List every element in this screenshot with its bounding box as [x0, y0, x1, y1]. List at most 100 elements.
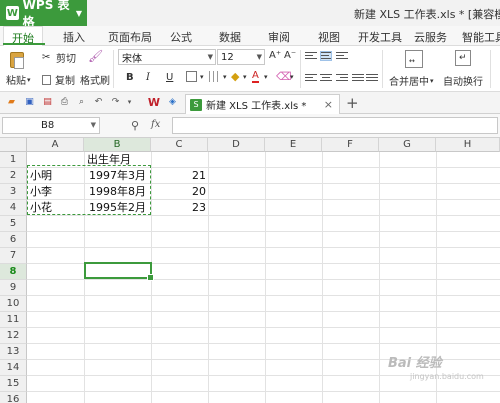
shrink-font-button[interactable]: A⁻	[284, 50, 296, 61]
fill-color-icon[interactable]: ◆	[231, 70, 239, 83]
copy-button[interactable]: 复制	[42, 72, 75, 87]
wps-home-icon[interactable]: W	[147, 97, 161, 108]
new-tab-plus-icon[interactable]: +	[346, 94, 359, 112]
redo-icon[interactable]: ↷	[110, 97, 121, 108]
chevron-down-icon[interactable]: ▾	[290, 73, 294, 81]
grid-column-line	[322, 152, 323, 403]
wrap-text-button[interactable]: 自动换行	[443, 73, 483, 88]
format-painter-button[interactable]: 格式刷	[80, 72, 110, 87]
tab-review[interactable]: 审阅	[268, 29, 290, 45]
undo-icon[interactable]: ↶	[93, 97, 104, 108]
row-header-12[interactable]: 12	[0, 328, 27, 344]
align-center-icon[interactable]	[320, 74, 332, 84]
chevron-down-icon[interactable]: ▾	[200, 73, 204, 81]
grid-row-line	[27, 327, 500, 328]
grow-font-button[interactable]: A⁺	[269, 50, 281, 61]
underline-button[interactable]: U	[166, 72, 173, 83]
grid-column-line	[208, 152, 209, 403]
align-left-icon[interactable]	[305, 74, 317, 84]
row-header-16[interactable]: 16	[0, 392, 27, 403]
column-header-b[interactable]: B	[84, 138, 151, 152]
column-header-g[interactable]: G	[379, 138, 436, 152]
row-header-1[interactable]: 1	[0, 152, 27, 168]
chevron-down-icon[interactable]: ▾	[124, 97, 135, 108]
watermark-logo: Bai 经验	[388, 356, 442, 371]
cut-button[interactable]: ✂ 剪切	[42, 50, 76, 66]
merge-center-button[interactable]: 合并居中 ▾	[389, 73, 434, 89]
tab-cloud-service[interactable]: 云服务	[414, 29, 447, 45]
font-color-button[interactable]: A	[252, 70, 259, 83]
row-header-9[interactable]: 9	[0, 280, 27, 296]
column-header-f[interactable]: F	[322, 138, 379, 152]
document-tab-label: 新建 XLS 工作表.xls *	[206, 101, 307, 112]
row-header-8[interactable]: 8	[0, 264, 27, 280]
column-header-e[interactable]: E	[265, 138, 322, 152]
align-middle-icon[interactable]	[320, 51, 332, 61]
justify-icon[interactable]	[352, 74, 364, 84]
tab-data[interactable]: 数据	[219, 29, 241, 45]
row-header-11[interactable]: 11	[0, 312, 27, 328]
tab-developer[interactable]: 开发工具	[358, 29, 402, 45]
tab-smart-tools[interactable]: 智能工具	[462, 29, 500, 45]
insert-function-button[interactable]: fx	[151, 119, 160, 130]
document-tab[interactable]: S 新建 XLS 工作表.xls * ×	[185, 94, 340, 114]
wrap-text-icon[interactable]: ↵	[455, 50, 471, 66]
chevron-down-icon[interactable]: ▼	[91, 118, 96, 133]
paste-button[interactable]	[10, 52, 26, 69]
export-pdf-icon[interactable]: ▤	[42, 97, 53, 108]
wps-app-menu-button[interactable]: W WPS 表格 ▼	[0, 0, 87, 29]
wps-logo-icon: W	[6, 6, 19, 20]
align-top-icon[interactable]	[305, 52, 317, 62]
tab-insert[interactable]: 插入	[63, 29, 85, 45]
row-header-2[interactable]: 2	[0, 168, 27, 184]
chevron-down-icon: ▼	[207, 53, 213, 61]
align-bottom-icon[interactable]	[336, 52, 348, 62]
chevron-down-icon[interactable]: ▾	[223, 73, 227, 81]
cell-c3[interactable]: 20	[151, 184, 208, 200]
column-header-c[interactable]: C	[151, 138, 208, 152]
formula-input[interactable]	[172, 117, 498, 134]
zoom-search-icon[interactable]: ⚲	[131, 119, 139, 132]
paste-label[interactable]: 粘贴 ▾	[6, 72, 31, 88]
cell-c4[interactable]: 23	[151, 200, 208, 216]
grid-row-line	[27, 247, 500, 248]
print-preview-icon[interactable]: ⌕	[76, 97, 87, 108]
cell-c2[interactable]: 21	[151, 168, 208, 184]
select-all-corner[interactable]	[0, 138, 27, 152]
cloud-docs-icon[interactable]: ◈	[167, 97, 178, 108]
column-header-a[interactable]: A	[27, 138, 84, 152]
chevron-down-icon[interactable]: ▾	[264, 73, 268, 81]
row-header-14[interactable]: 14	[0, 360, 27, 376]
font-size-select[interactable]: 12 ▼	[217, 49, 265, 65]
chevron-down-icon[interactable]: ▾	[243, 73, 247, 81]
close-icon[interactable]: ×	[324, 98, 333, 111]
tab-formulas[interactable]: 公式	[170, 29, 192, 45]
merge-center-icon[interactable]: ↔	[405, 50, 423, 68]
distributed-icon[interactable]	[366, 74, 378, 84]
print-icon[interactable]: ⎙	[59, 97, 70, 108]
tab-view[interactable]: 视图	[318, 29, 340, 45]
column-header-d[interactable]: D	[208, 138, 265, 152]
borders-icon[interactable]	[186, 71, 197, 82]
row-header-4[interactable]: 4	[0, 200, 27, 216]
row-header-15[interactable]: 15	[0, 376, 27, 392]
save-icon[interactable]: ▣	[24, 97, 35, 108]
cell-pattern-icon[interactable]	[209, 71, 220, 82]
font-name-select[interactable]: 宋体 ▼	[118, 49, 216, 65]
bold-button[interactable]: B	[126, 72, 134, 83]
active-cell-b8[interactable]	[84, 262, 154, 281]
row-header-6[interactable]: 6	[0, 232, 27, 248]
row-header-5[interactable]: 5	[0, 216, 27, 232]
row-header-13[interactable]: 13	[0, 344, 27, 360]
active-tab-indicator	[3, 43, 45, 45]
row-header-7[interactable]: 7	[0, 248, 27, 264]
italic-button[interactable]: I	[146, 72, 150, 83]
row-header-10[interactable]: 10	[0, 296, 27, 312]
column-header-h[interactable]: H	[436, 138, 500, 152]
tab-page-layout[interactable]: 页面布局	[108, 29, 152, 45]
row-header-3[interactable]: 3	[0, 184, 27, 200]
name-box[interactable]: B8 ▼	[2, 117, 100, 134]
open-folder-icon[interactable]: ▰	[6, 97, 17, 108]
format-painter-icon-button[interactable]: 🖌	[88, 50, 103, 62]
align-right-icon[interactable]	[336, 74, 348, 84]
